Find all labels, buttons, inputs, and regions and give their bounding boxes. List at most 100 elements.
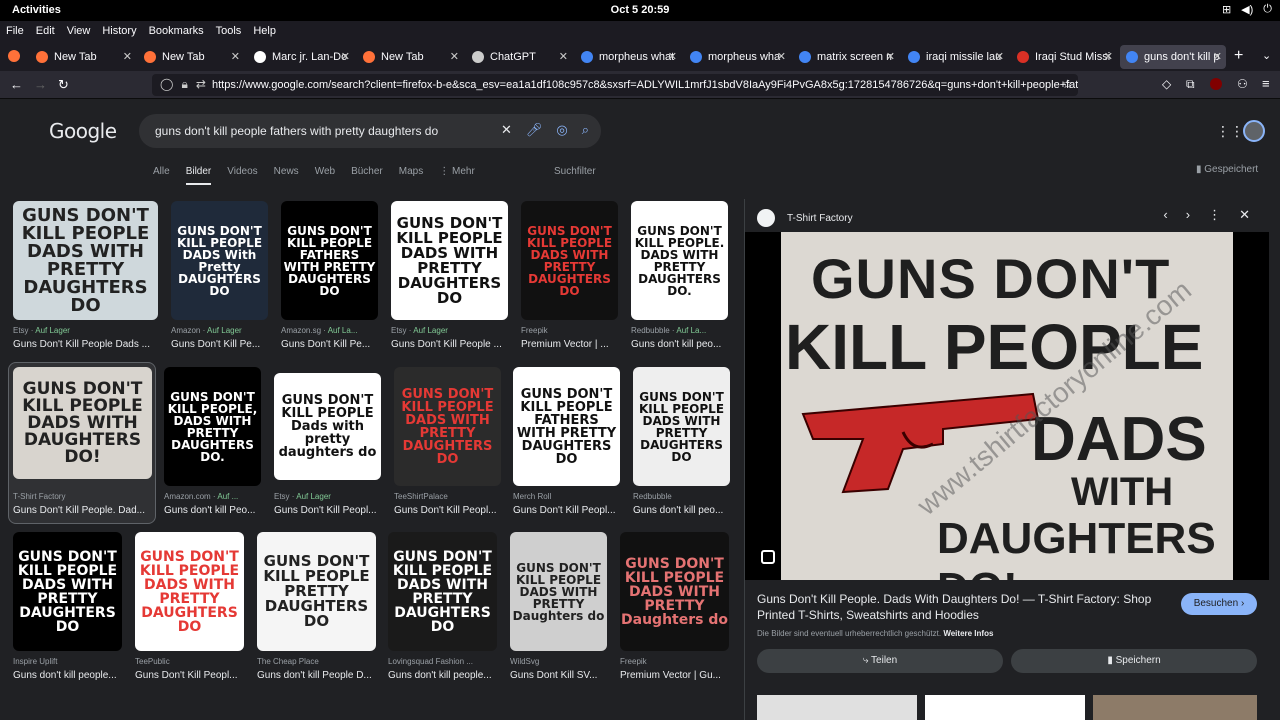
share-button[interactable]: ⤷ Teilen: [757, 649, 1003, 673]
reload-icon[interactable]: ↻: [58, 77, 69, 93]
result-source[interactable]: Inspire Uplift: [13, 657, 126, 666]
more-options-icon[interactable]: ⋮: [1208, 207, 1221, 223]
extensions-icon[interactable]: ⧉: [1186, 77, 1195, 92]
tab-close-icon[interactable]: ✕: [341, 50, 350, 63]
tab[interactable]: New Tab ✕: [30, 45, 136, 69]
result-source[interactable]: The Cheap Place: [257, 657, 380, 666]
result-source[interactable]: T-Shirt Factory: [13, 492, 156, 501]
result-title[interactable]: Guns don't kill people...: [388, 670, 501, 681]
tab-close-icon[interactable]: ✕: [777, 50, 786, 63]
tab-close-icon[interactable]: ✕: [123, 50, 132, 63]
result-source[interactable]: Freepik: [521, 326, 622, 335]
result-thumbnail[interactable]: GUNS DON'T KILL PEOPLE, DADS WITH PRETTY…: [164, 367, 261, 486]
search-icon[interactable]: ⌕: [582, 122, 589, 138]
result-source[interactable]: Etsy · Auf Lager: [274, 492, 385, 501]
result-source[interactable]: Freepik: [620, 657, 733, 666]
search-query[interactable]: guns don't kill people fathers with pret…: [155, 124, 438, 138]
pocket-icon[interactable]: ◇: [1162, 77, 1171, 91]
tab[interactable]: iraqi missile lau ✕: [902, 45, 1008, 69]
tab[interactable]: New Tab ✕: [138, 45, 244, 69]
app-menu-icon[interactable]: ≡: [1262, 76, 1270, 91]
result-thumbnail[interactable]: GUNS DON'T KILL PEOPLE DADS WITH PRETTY …: [521, 201, 618, 320]
result-thumbnail[interactable]: GUNS DON'T KILL PEOPLE DADS WITH PRETTY …: [391, 201, 508, 320]
tab[interactable]: morpheus wha ✕: [684, 45, 790, 69]
url-bar[interactable]: ◯ 🔒︎ ⇄ https://www.google.com/search?cli…: [152, 74, 1078, 96]
result-source[interactable]: Etsy · Auf Lager: [13, 326, 162, 335]
tab-close-icon[interactable]: ✕: [559, 50, 568, 63]
search-input[interactable]: guns don't kill people fathers with pret…: [139, 114, 601, 148]
ublock-icon[interactable]: [1210, 78, 1222, 90]
tab[interactable]: morpheus what ✕: [575, 45, 681, 69]
result-thumbnail[interactable]: GUNS DON'T KILL PEOPLE DADS WITH PRETTY …: [13, 532, 122, 651]
result-thumbnail[interactable]: GUNS DON'T KILL PEOPLE DADS WITH PRETTY …: [388, 532, 497, 651]
result-source[interactable]: Amazon · Auf Lager: [171, 326, 272, 335]
result-thumbnail[interactable]: GUNS DON'T KILL PEOPLE DADS WITH PRETTY …: [633, 367, 730, 486]
panel-source[interactable]: T-Shirt Factory: [757, 209, 853, 227]
result-thumbnail[interactable]: GUNS DON'T KILL PEOPLE DADS WITH PRETTY …: [510, 532, 607, 651]
result-source[interactable]: Amazon.com · Auf ...: [164, 492, 265, 501]
avatar[interactable]: [1243, 120, 1265, 142]
clear-icon[interactable]: ✕: [501, 122, 512, 138]
result-thumbnail[interactable]: GUNS DON'T KILL PEOPLE PRETTY DAUGHTERS …: [257, 532, 376, 651]
url-text[interactable]: https://www.google.com/search?client=fir…: [212, 79, 1078, 91]
result-source[interactable]: Etsy · Auf Lager: [391, 326, 512, 335]
result-title[interactable]: Guns Dont Kill SV...: [510, 670, 611, 681]
menu-history[interactable]: History: [96, 25, 142, 37]
result-title[interactable]: Guns don't kill people...: [13, 670, 126, 681]
tab[interactable]: matrix screen m ✕: [793, 45, 899, 69]
preview-artwork[interactable]: GUNS DON'T KILL PEOPLE DADS WITH DAUGHTE…: [781, 232, 1233, 580]
filter-tab[interactable]: Bücher: [351, 166, 383, 185]
result-source[interactable]: Redbubble: [633, 492, 734, 501]
tab[interactable]: New Tab ✕: [357, 45, 463, 69]
result-title[interactable]: Guns Don't Kill People. Dad...: [13, 505, 156, 516]
result-title[interactable]: Guns don't kill People D...: [257, 670, 380, 681]
tab-close-icon[interactable]: ✕: [231, 50, 240, 63]
panel-title[interactable]: Guns Don't Kill People. Dads With Daught…: [757, 591, 1167, 623]
result-title[interactable]: Guns don't kill peo...: [633, 505, 734, 516]
result-title[interactable]: Guns Don't Kill Pe...: [281, 339, 382, 350]
forward-icon[interactable]: →: [34, 77, 47, 92]
result-thumbnail[interactable]: GUNS DON'T KILL PEOPLE Dads with pretty …: [274, 373, 381, 480]
result-thumbnail[interactable]: GUNS DON'T KILL PEOPLE FATHERS WITH PRET…: [281, 201, 378, 320]
result-title[interactable]: Guns don't kill Peo...: [164, 505, 265, 516]
result-title[interactable]: Guns Don't Kill Peopl...: [274, 505, 385, 516]
tab-close-icon[interactable]: ✕: [450, 50, 459, 63]
result-title[interactable]: Premium Vector | ...: [521, 339, 622, 350]
result-thumbnail[interactable]: GUNS DON'T KILL PEOPLE. DADS WITH PRETTY…: [631, 201, 728, 320]
result-thumbnail[interactable]: GUNS DON'T KILL PEOPLE DADS WITH PRETTY …: [394, 367, 501, 486]
result-thumbnail[interactable]: GUNS DON'T KILL PEOPLE DADS WITH PRETTY …: [135, 532, 244, 651]
result-title[interactable]: Guns Don't Kill Pe...: [171, 339, 272, 350]
tab-close-icon[interactable]: ✕: [1213, 50, 1222, 63]
filter-tab[interactable]: News: [274, 166, 299, 185]
menu-edit[interactable]: Edit: [30, 25, 61, 37]
microphone-icon[interactable]: 🎤︎: [526, 122, 543, 138]
more-info-link[interactable]: Weitere Infos: [943, 629, 993, 638]
lock-icon[interactable]: 🔒︎: [181, 77, 187, 92]
bookmark-star-icon[interactable]: ☆: [1062, 77, 1073, 91]
new-tab-icon[interactable]: +: [1234, 47, 1243, 65]
tab-close-icon[interactable]: ✕: [995, 50, 1004, 63]
visit-button[interactable]: Besuchen ›: [1181, 593, 1257, 615]
panel-source-name[interactable]: T-Shirt Factory: [787, 213, 853, 224]
permissions-icon[interactable]: ⇄: [196, 77, 206, 92]
tab-close-icon[interactable]: ✕: [886, 50, 895, 63]
back-icon[interactable]: ←: [10, 77, 23, 92]
menu-view[interactable]: View: [61, 25, 97, 37]
result-title[interactable]: Guns Don't Kill Peopl...: [135, 670, 248, 681]
system-tray[interactable]: ⊞ ◀) ⏻: [1222, 3, 1272, 16]
tab-close-icon[interactable]: ✕: [668, 50, 677, 63]
suchfilter-button[interactable]: Suchfilter: [554, 166, 596, 177]
tab[interactable]: Marc jr. Lan-Do ✕: [248, 45, 354, 69]
tab[interactable]: Iraqi Stud Missil ✕: [1011, 45, 1117, 69]
menu-bookmarks[interactable]: Bookmarks: [143, 25, 210, 37]
result-title[interactable]: Premium Vector | Gu...: [620, 670, 733, 681]
result-source[interactable]: Amazon.sg · Auf La...: [281, 326, 382, 335]
filter-tab[interactable]: Alle: [153, 166, 170, 185]
result-thumbnail[interactable]: GUNS DON'T KILL PEOPLE DADS With Pretty …: [171, 201, 268, 320]
tab-close-icon[interactable]: ✕: [1104, 50, 1113, 63]
result-title[interactable]: Guns Don't Kill People ...: [391, 339, 512, 350]
result-thumbnail[interactable]: GUNS DON'T KILL PEOPLE FATHERS WITH PRET…: [513, 367, 620, 486]
lens-icon[interactable]: ◎: [556, 122, 567, 138]
result-source[interactable]: TeeShirtPalace: [394, 492, 505, 501]
related-images-strip[interactable]: [757, 695, 1257, 720]
